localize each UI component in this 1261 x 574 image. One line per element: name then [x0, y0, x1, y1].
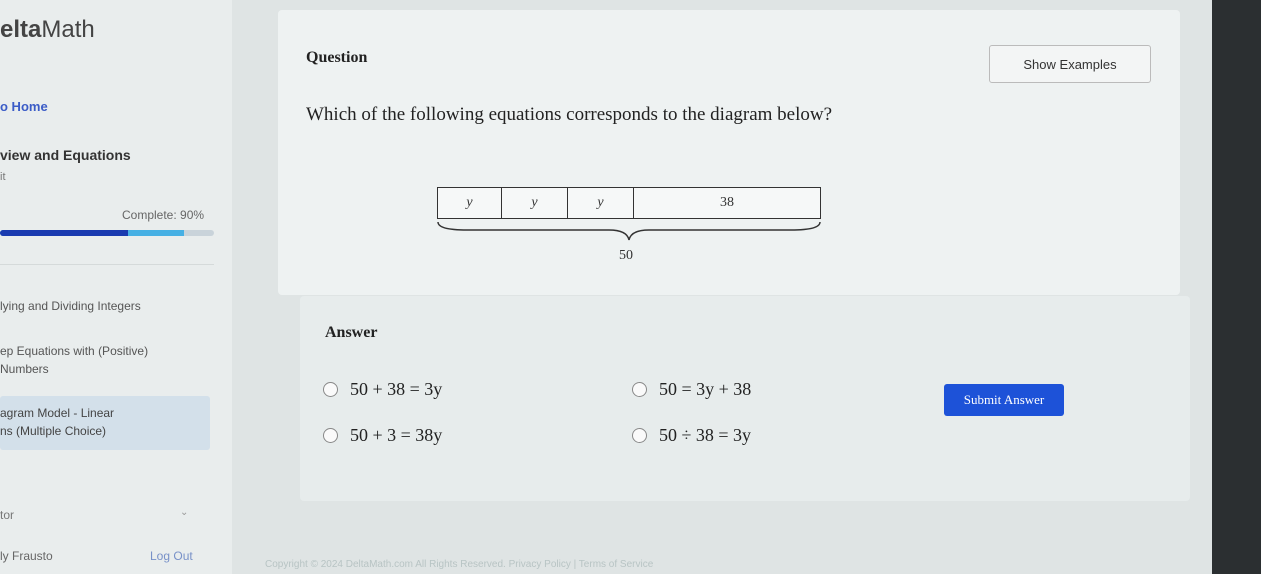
- progress-bar: [0, 230, 214, 236]
- submit-answer-button[interactable]: Submit Answer: [944, 384, 1064, 416]
- item-line: agram Model - Linear: [0, 406, 115, 420]
- tape-diagram: y y y 38: [437, 187, 821, 219]
- option-text: 50 ÷ 38 = 3y: [659, 425, 752, 445]
- answer-option-3[interactable]: 50 + 3 = 38y: [323, 425, 442, 446]
- logout-link[interactable]: Log Out: [150, 549, 193, 563]
- radio-button[interactable]: [632, 428, 647, 443]
- sidebar-item-diagram-model[interactable]: agram Model - Linear ns (Multiple Choice): [0, 404, 114, 440]
- user-name: ly Frausto: [0, 549, 53, 563]
- progress-mastered: [0, 230, 129, 236]
- diagram-cell: y: [568, 188, 634, 218]
- footer: Copyright © 2024 DeltaMath.com All Right…: [265, 559, 654, 570]
- deltamath-logo: eltaMath: [0, 16, 95, 43]
- item-line: ns (Multiple Choice): [0, 424, 107, 438]
- sidebar-item-equations[interactable]: ep Equations with (Positive) Numbers: [0, 342, 148, 378]
- radio-button[interactable]: [323, 428, 338, 443]
- chevron-down-icon[interactable]: ⌄: [180, 507, 188, 518]
- diagram-total: 50: [619, 248, 633, 263]
- diagram-cell: 38: [720, 195, 734, 210]
- item-line: Numbers: [0, 362, 49, 376]
- sidebar: [0, 0, 232, 574]
- unit-subtitle: it: [0, 171, 6, 183]
- radio-button[interactable]: [632, 382, 647, 397]
- tutor-dropdown[interactable]: tor: [0, 508, 14, 522]
- unit-title: view and Equations: [0, 147, 131, 163]
- diagram-cell: y: [438, 188, 502, 218]
- screen-edge: [1212, 0, 1261, 574]
- divider: [0, 264, 214, 265]
- home-link[interactable]: o Home: [0, 99, 48, 114]
- question-text: Which of the following equations corresp…: [306, 104, 833, 125]
- show-examples-button[interactable]: Show Examples: [989, 45, 1151, 83]
- answer-label: Answer: [325, 324, 378, 341]
- brace-icon: [437, 221, 821, 241]
- answer-option-2[interactable]: 50 = 3y + 38: [632, 379, 751, 400]
- radio-button[interactable]: [323, 382, 338, 397]
- answer-option-4[interactable]: 50 ÷ 38 = 3y: [632, 425, 751, 446]
- option-text: 50 + 38 = 3y: [350, 379, 443, 399]
- sidebar-item-integers[interactable]: lying and Dividing Integers: [0, 297, 141, 315]
- complete-label: Complete: 90%: [122, 208, 205, 222]
- option-text: 50 + 3 = 38y: [350, 425, 443, 445]
- answer-option-1[interactable]: 50 + 38 = 3y: [323, 379, 442, 400]
- item-line: ep Equations with (Positive): [0, 344, 149, 358]
- diagram-cell: y: [502, 188, 568, 218]
- question-label: Question: [306, 49, 368, 66]
- option-text: 50 = 3y + 38: [659, 379, 752, 399]
